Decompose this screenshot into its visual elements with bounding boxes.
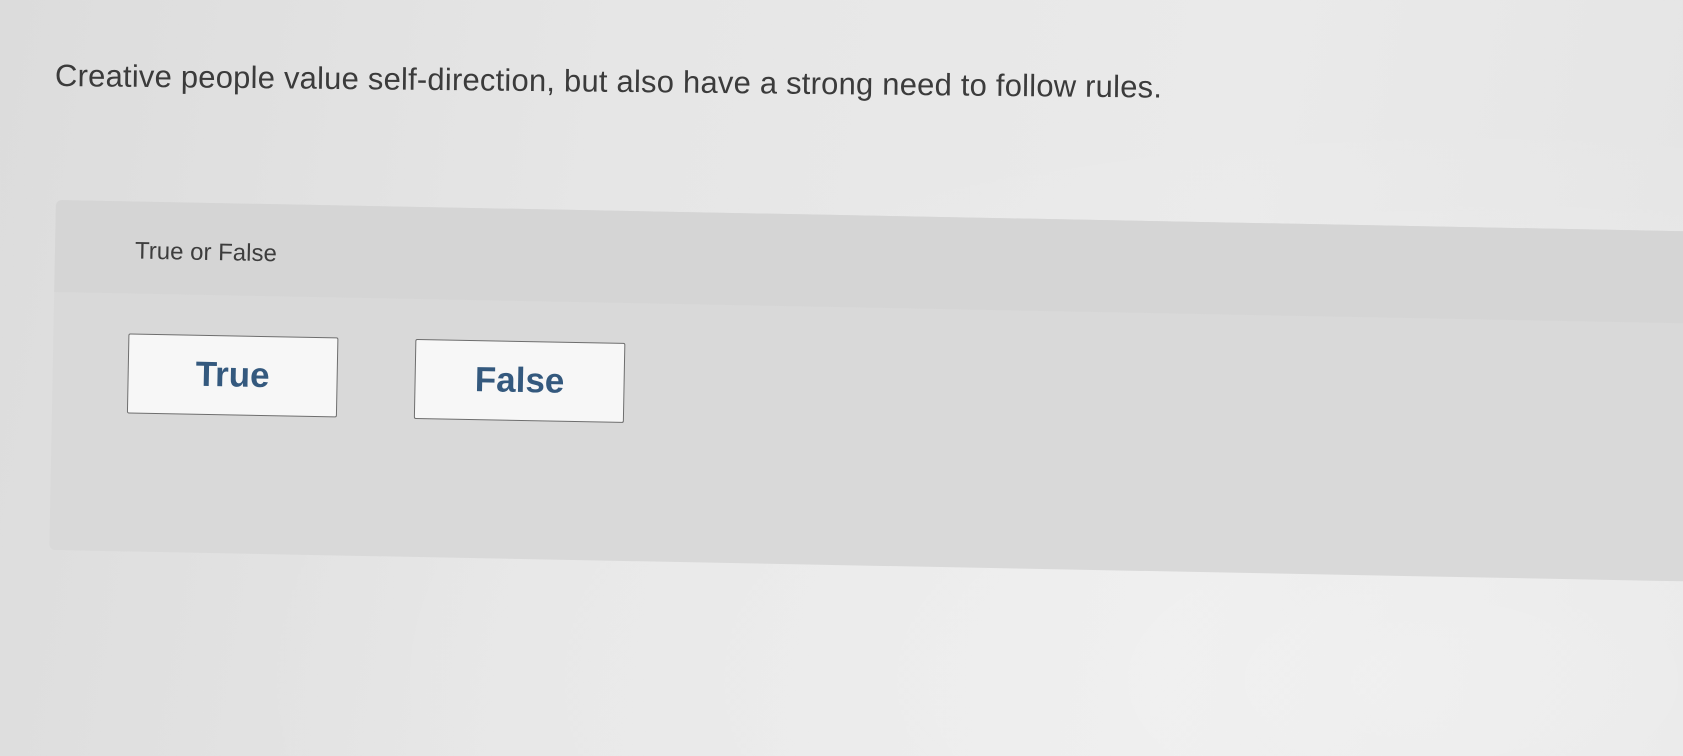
question-text: Creative people value self-direction, bu… (54, 58, 1163, 105)
false-button[interactable]: False (413, 338, 626, 423)
panel-header (54, 200, 1683, 324)
true-button[interactable]: True (126, 333, 339, 418)
answer-panel: True or False True False (49, 200, 1683, 582)
prompt-label: True or False (134, 237, 278, 268)
